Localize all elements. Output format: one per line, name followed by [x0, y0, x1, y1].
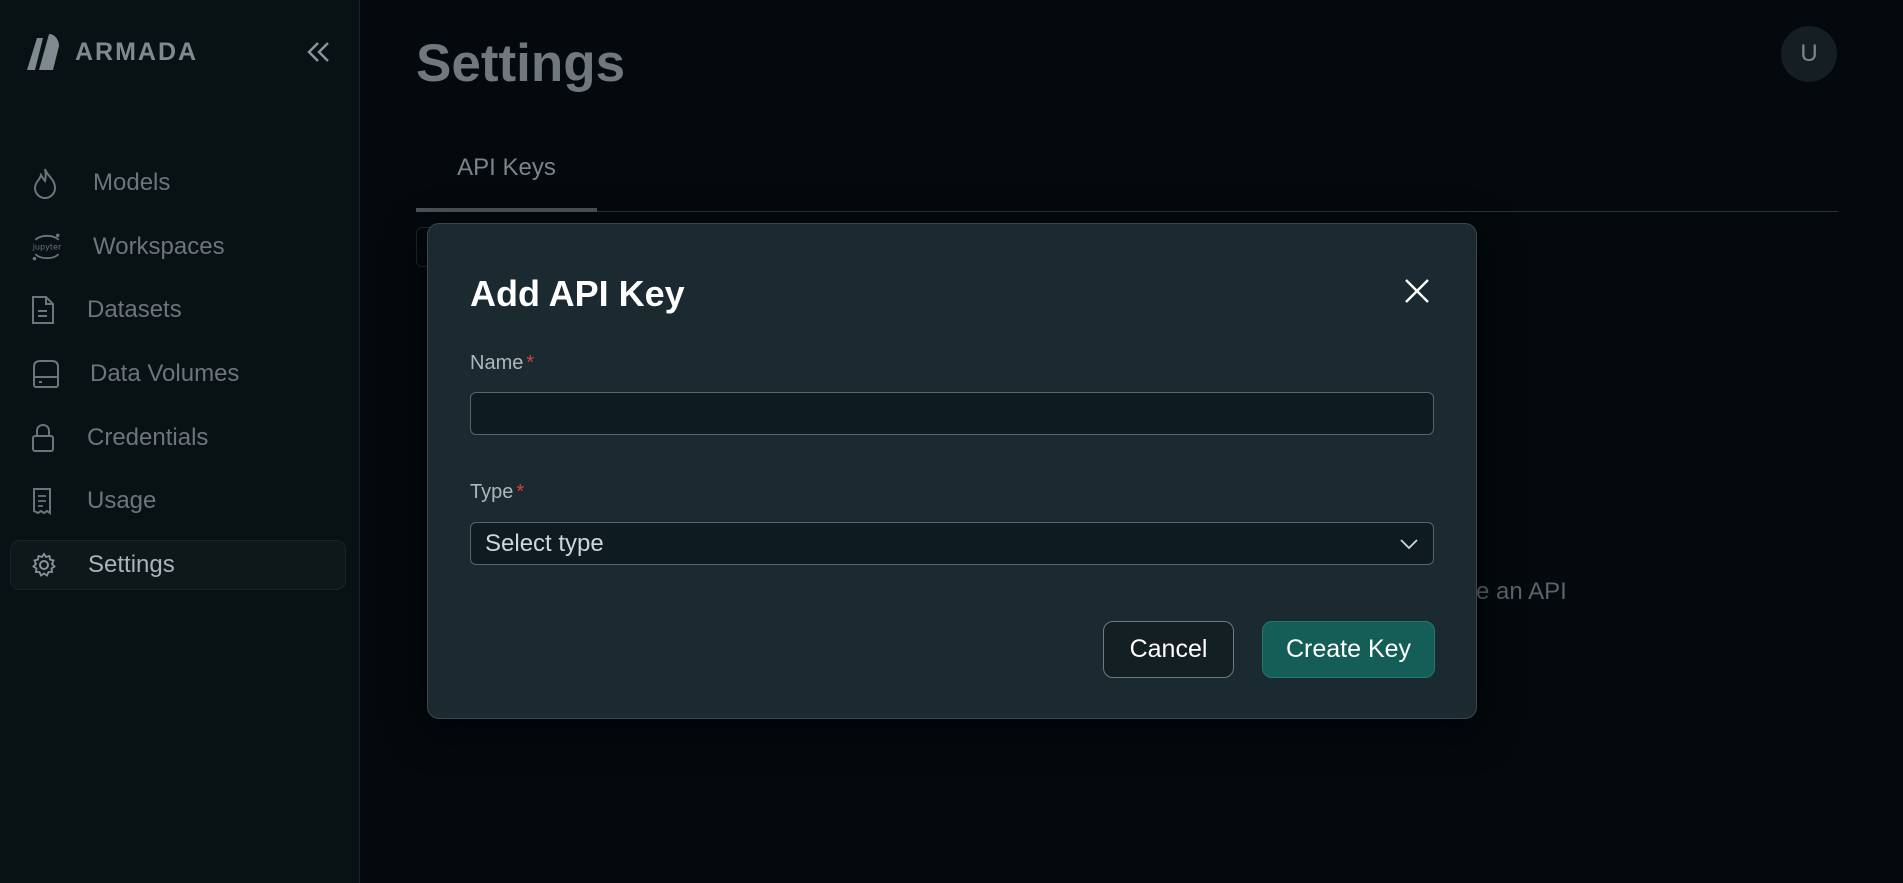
sidebar-item-label: Models: [93, 169, 171, 196]
close-icon: [1405, 279, 1429, 303]
name-label-text: Name: [470, 352, 524, 374]
sidebar-item-settings[interactable]: Settings: [10, 540, 346, 591]
collapse-sidebar-button[interactable]: [302, 37, 334, 67]
chevron-down-icon: [1400, 538, 1418, 549]
user-avatar[interactable]: U: [1781, 26, 1837, 82]
jupyter-icon: jupyter: [30, 230, 64, 264]
close-dialog-button[interactable]: [1398, 272, 1436, 310]
jupyter-icon-text: jupyter: [32, 242, 62, 251]
type-field-label: Type *: [470, 481, 524, 504]
type-select-value: Select type: [485, 529, 604, 557]
sidebar-item-label: Data Volumes: [90, 360, 240, 388]
drive-icon: [30, 359, 64, 389]
document-icon: [30, 295, 64, 325]
sidebar-item-label: Credentials: [87, 423, 209, 451]
name-field-label: Name *: [470, 352, 534, 375]
required-marker: *: [516, 481, 525, 503]
flame-icon: [30, 167, 64, 199]
sidebar-nav: Models jupyter Workspaces Datasets Data …: [10, 158, 346, 604]
settings-tabs: API Keys: [416, 128, 1838, 212]
sidebar-item-data-volumes[interactable]: Data Volumes: [10, 349, 346, 399]
sidebar-item-workspaces[interactable]: jupyter Workspaces: [10, 222, 346, 272]
create-key-button[interactable]: Create Key: [1262, 621, 1435, 678]
brand-name: ARMADA: [75, 37, 199, 66]
sidebar-item-usage[interactable]: Usage: [10, 476, 346, 526]
armada-logo-icon: [27, 34, 59, 70]
sidebar-item-label: Workspaces: [93, 232, 225, 260]
sidebar-item-label: Settings: [88, 551, 175, 579]
gear-icon: [31, 552, 65, 578]
sidebar-item-datasets[interactable]: Datasets: [10, 285, 346, 335]
sidebar-item-label: Usage: [87, 487, 157, 515]
page-title: Settings: [416, 34, 626, 93]
sidebar-item-credentials[interactable]: Credentials: [10, 413, 346, 463]
sidebar-item-models[interactable]: Models: [10, 158, 346, 208]
name-input[interactable]: [470, 392, 1434, 435]
cancel-button[interactable]: Cancel: [1103, 621, 1234, 678]
add-api-key-dialog: Add API Key Name * Type * Select type Canc…: [427, 223, 1477, 719]
sidebar-item-label: Datasets: [87, 296, 182, 324]
type-select[interactable]: Select type: [470, 522, 1434, 565]
lock-icon: [30, 423, 64, 453]
type-label-text: Type: [470, 481, 514, 503]
brand-logo[interactable]: ARMADA: [25, 32, 198, 72]
required-marker: *: [526, 352, 535, 374]
dialog-title: Add API Key: [470, 273, 685, 314]
tab-api-keys[interactable]: API Keys: [416, 128, 597, 212]
receipt-icon: [30, 487, 64, 516]
sidebar: ARMADA Models jupyter Workspaces Dataset…: [0, 0, 360, 883]
double-chevron-left-icon: [307, 42, 329, 62]
